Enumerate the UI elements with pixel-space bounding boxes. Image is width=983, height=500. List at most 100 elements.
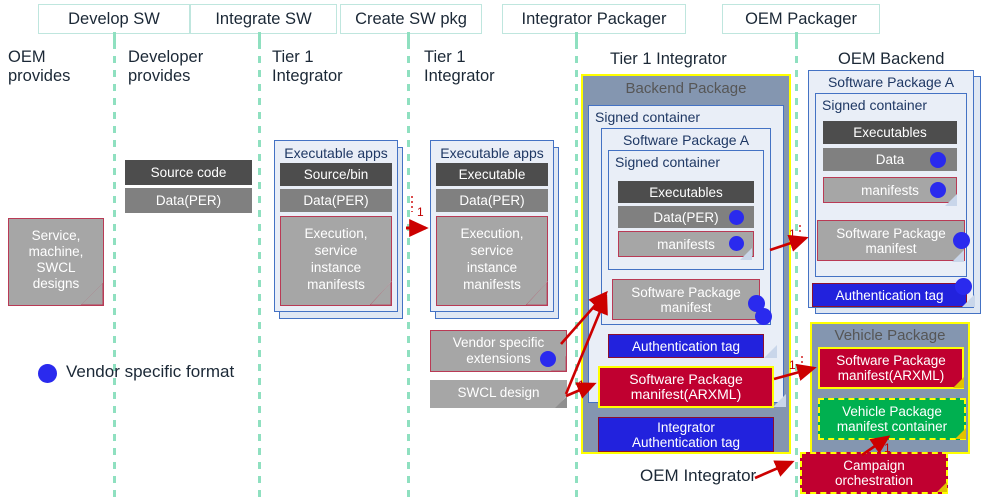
phase-stem-3	[407, 32, 410, 42]
campaign-line-2: orchestration	[834, 473, 914, 488]
block-data-per-lane3: Data(PER)	[280, 189, 392, 212]
block-authentication-tag-lane6: Authentication tag	[812, 283, 967, 307]
lane-title-tier1-integrator: Tier 1 Integrator	[610, 50, 727, 68]
container-label-signed-outer-lane5: Signed container	[595, 109, 701, 125]
phase-oem-packager[interactable]: OEM Packager	[722, 4, 880, 34]
container-label-software-package-a-lane5: Software Package A	[622, 132, 750, 148]
multiplicity-label-1c: 1	[578, 378, 585, 392]
block-sw-package-manifest-lane6: Software Package manifest	[817, 220, 965, 261]
container-label-software-package-a-lane6: Software Package A	[827, 74, 955, 90]
oem-note-line-2: machine,	[28, 244, 84, 259]
legend-marker-icon	[38, 364, 57, 383]
phase-stem-1	[113, 32, 116, 42]
lane-title-oem-l1: OEM	[8, 48, 46, 66]
block-executable: Executable	[436, 163, 548, 186]
block-campaign-orchestration: Campaign orchestration	[800, 452, 948, 494]
note-swcl-design: SWCL design	[430, 380, 567, 408]
lane-title-oem-backend: OEM Backend	[838, 50, 945, 68]
container-label-signed-inner-lane5: Signed container	[615, 154, 721, 170]
annotation-oem-integrator: OEM Integrator	[640, 466, 757, 485]
oem-note-line-1: Service,	[31, 228, 81, 243]
fold-corner-manifests-lane5	[740, 248, 752, 260]
oem-note-line-4: designs	[32, 276, 80, 291]
phase-integrator-packager[interactable]: Integrator Packager	[502, 4, 686, 34]
fold-corner-vehicle-manifest	[955, 428, 966, 439]
vendor-format-dot-lane5-manifest-b	[755, 308, 772, 325]
phase-integrate-sw[interactable]: Integrate SW	[190, 4, 337, 34]
block-sw-package-manifest-lane5: Software Package manifest	[612, 279, 760, 320]
oem-design-note: Service, machine, SWCL designs	[8, 218, 104, 306]
multiplicity-label-1b: 1	[789, 358, 796, 372]
sw-pkg-manifest-lane6-line-1: Software Package	[836, 225, 946, 241]
fold-corner-manifests-lane6	[945, 194, 957, 206]
lane-separator-2	[258, 28, 261, 500]
lane-title-oem-l2: provides	[8, 67, 71, 85]
fold-corner-campaign	[937, 482, 947, 492]
multiplicity-label-1d: 1	[417, 205, 424, 219]
vendor-format-dot-lane6-data	[930, 152, 946, 168]
block-executables-lane6: Executables	[823, 121, 957, 144]
sw-pkg-manifest-lane6-line-2: manifest	[865, 240, 917, 256]
vendor-ext-line-1: Vendor specific	[452, 335, 545, 350]
lane-separator-5	[795, 28, 798, 500]
phase-create-sw-pkg[interactable]: Create SW pkg	[340, 4, 482, 34]
fold-corner-arxml-lane5	[773, 394, 786, 407]
sw-pkg-manifest-lane5-line-1: Software Package	[631, 284, 741, 300]
fold-corner-arxml-lane6	[953, 377, 964, 388]
fold-corner-auth-lane6	[962, 294, 975, 307]
note-vendor-specific-extensions: Vendor specific extensions	[430, 330, 567, 372]
manifest-lane4-line-1: Execution,	[460, 226, 524, 241]
container-label-signed-lane6: Signed container	[822, 97, 928, 113]
lane-title-developer-l2: provides	[128, 67, 191, 85]
block-executables-lane5: Executables	[618, 181, 754, 203]
note-manifests-lane3: Execution, service instance manifests	[280, 216, 392, 306]
arxml-lane6-line-2: manifest(ARXML)	[837, 368, 945, 383]
fold-corner-auth-tag-lane5	[764, 345, 777, 358]
arxml-lane5-line-1: Software Package	[629, 371, 743, 387]
container-label-executable-apps-lane3: Executable apps	[284, 145, 388, 161]
block-source-bin: Source/bin	[280, 163, 392, 186]
sw-pkg-manifest-lane5-line-2: manifest	[660, 299, 712, 315]
vendor-format-dot-lane6-manifests	[930, 182, 946, 198]
package-label-backend: Backend Package	[625, 80, 747, 97]
manifest-lane4-line-3: instance	[466, 260, 518, 275]
integrator-auth-line-1: Integrator	[657, 419, 715, 435]
phase-stem-2	[258, 32, 261, 42]
integrator-auth-line-2: Authentication tag	[631, 434, 741, 450]
multiplicity-label-1a: 1	[789, 227, 796, 241]
block-vehicle-package-manifest-container: Vehicle Package manifest container	[818, 398, 966, 440]
block-sw-package-manifest-arxml-lane5: Software Package manifest(ARXML)	[598, 366, 774, 408]
vehicle-manifest-line-1: Vehicle Package	[842, 404, 942, 419]
lane-separator-4	[575, 28, 578, 500]
lane-title-tier1-a-l2: Integrator	[272, 67, 343, 85]
vendor-format-dot-ext	[540, 351, 556, 367]
phase-stem-4	[575, 32, 578, 42]
manifest-lane4-line-4: manifests	[463, 277, 521, 292]
campaign-line-1: Campaign	[843, 458, 905, 473]
block-data-per-lane5-label: Data(PER)	[653, 209, 719, 225]
lane-title-tier1-a-l1: Tier 1	[272, 48, 314, 66]
manifest-lane3-line-2: service	[314, 243, 358, 258]
swcl-design-label: SWCL design	[457, 385, 540, 400]
package-label-vehicle: Vehicle Package	[834, 327, 946, 344]
phase-stem-5	[795, 32, 798, 42]
manifest-lane4-line-2: service	[470, 243, 514, 258]
arxml-lane6-line-1: Software Package	[836, 353, 946, 368]
note-manifests-lane4: Execution, service instance manifests	[436, 216, 548, 306]
block-data-per-lane4: Data(PER)	[436, 189, 548, 212]
phase-develop-sw[interactable]: Develop SW	[38, 4, 190, 34]
manifest-lane3-line-1: Execution,	[304, 226, 368, 241]
vehicle-manifest-line-2: manifest container	[836, 419, 948, 434]
vendor-format-dot-lane5-data	[729, 210, 744, 225]
multiplicity-label-1e: 1	[884, 441, 891, 455]
lane-title-tier1-b-l1: Tier 1	[424, 48, 466, 66]
manifest-lane3-line-3: instance	[310, 260, 362, 275]
block-authentication-tag-lane5: Authentication tag	[608, 334, 764, 358]
lane-title-developer-l1: Developer	[128, 48, 204, 66]
block-integrator-authentication-tag: Integrator Authentication tag	[598, 417, 774, 452]
container-label-executable-apps-lane4: Executable apps	[440, 145, 544, 161]
manifest-lane3-line-4: manifests	[307, 277, 365, 292]
arxml-lane5-line-2: manifest(ARXML)	[630, 386, 742, 402]
lane-separator-3	[407, 28, 410, 500]
vendor-format-dot-lane6-auth	[955, 278, 972, 295]
